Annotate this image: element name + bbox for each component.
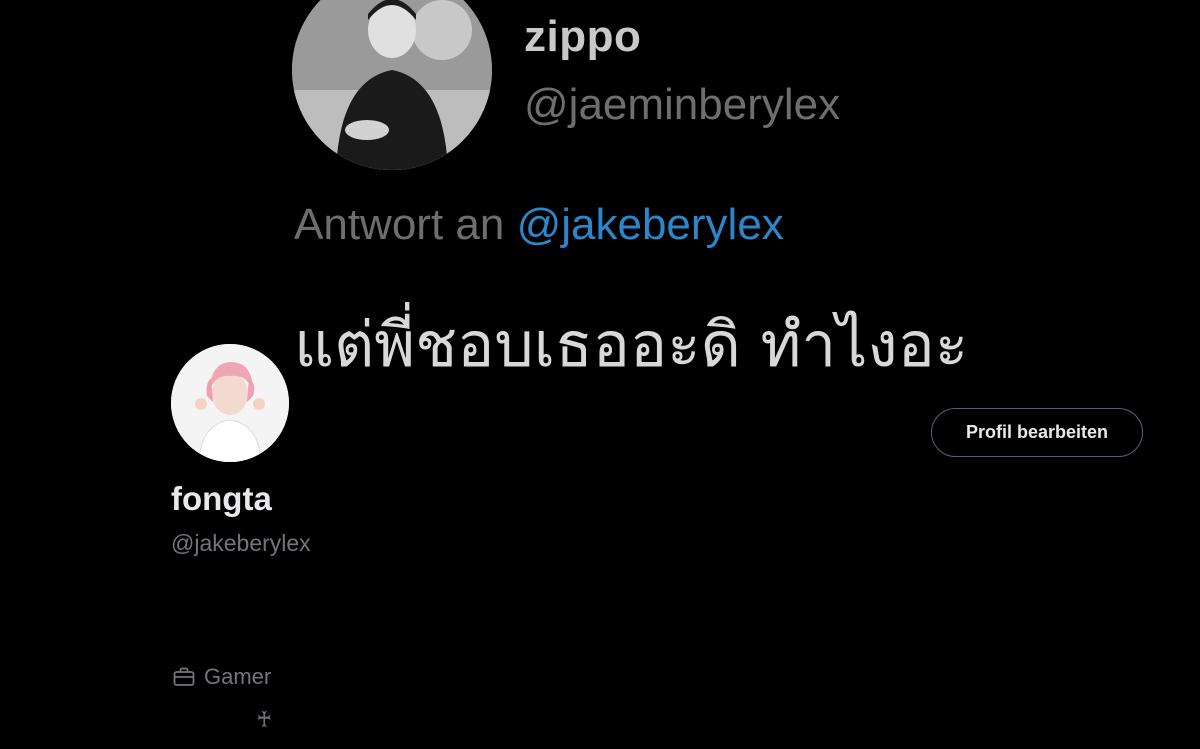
tweet-author-avatar [292,0,492,170]
profile-avatar[interactable] [167,340,293,466]
bio-symbol: ♰ [256,708,273,733]
category-label: Gamer [204,664,272,689]
tweet-text: แต่พี่ชอบเธออะดิ ทำไงอะ [294,308,969,381]
reply-mention: @jakeberylex [516,200,784,249]
tweet-reply-line: Antwort an @jakeberylex [294,200,784,250]
briefcase-icon [172,665,196,689]
tweet-author-handle: @jaeminberylex [524,80,841,129]
profile-username: @jakeberylex [171,530,311,556]
edit-profile-button[interactable]: Profil bearbeiten [931,408,1143,457]
reply-prefix: Antwort an [294,200,517,249]
header-banner: zippo @jaeminberylex Antwort an @jakeber… [0,0,1200,400]
profile-avatar-image [171,344,289,462]
profile-category: Gamer [172,664,271,690]
tweet-author-name: zippo [524,12,642,61]
profile-display-name: fongta [171,480,272,517]
